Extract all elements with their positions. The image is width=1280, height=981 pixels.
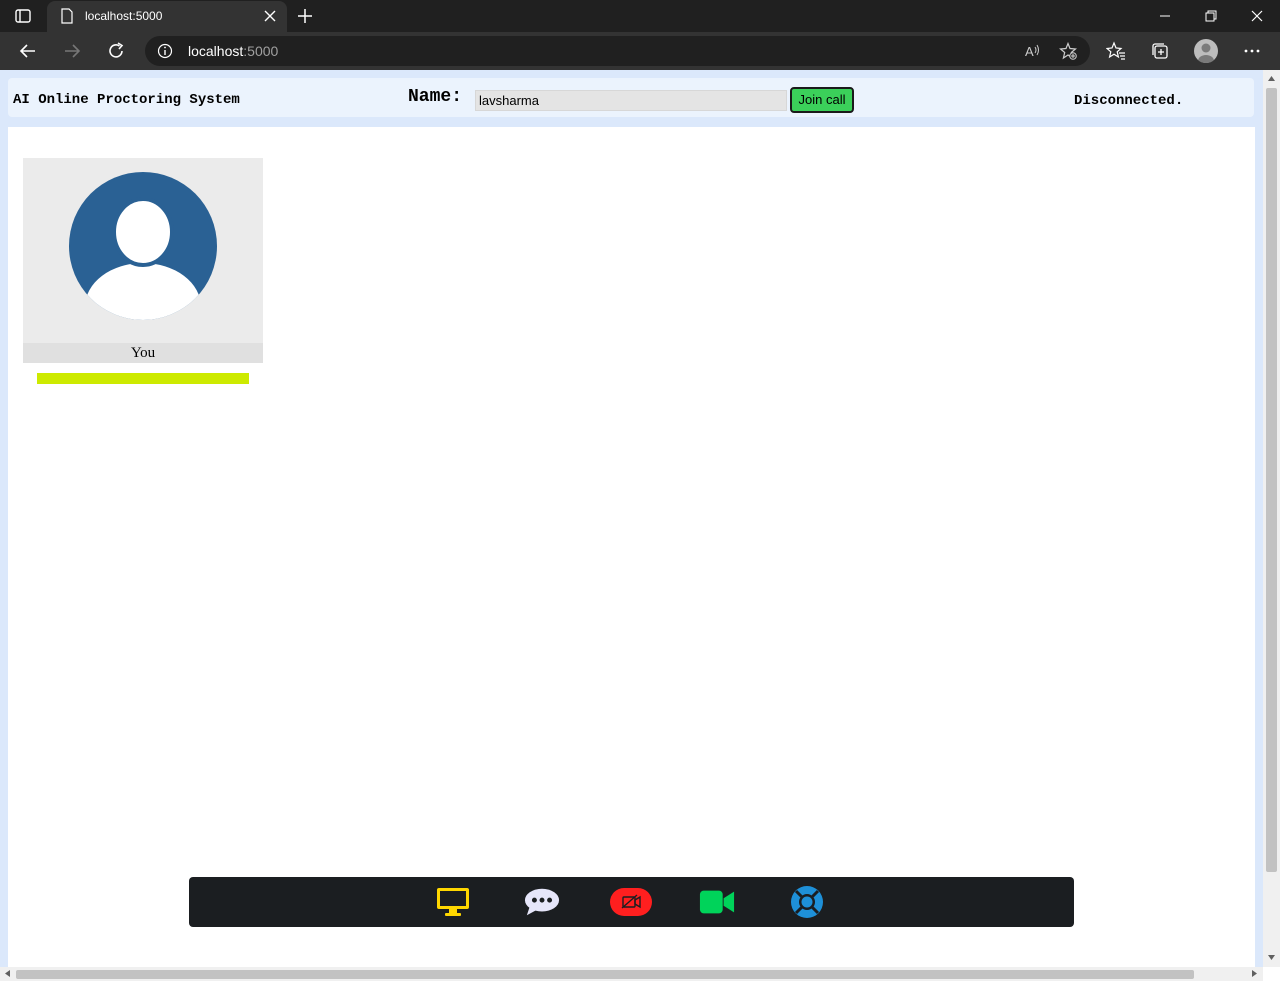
read-aloud-icon[interactable]: A <box>1023 42 1041 60</box>
join-call-button[interactable]: Join call <box>790 87 854 113</box>
restore-button[interactable] <box>1188 0 1234 32</box>
participant-label: You <box>23 343 263 363</box>
site-info-icon[interactable] <box>157 43 173 59</box>
profile-avatar[interactable] <box>1194 39 1218 63</box>
camera-icon <box>699 890 735 914</box>
camera-off-button[interactable] <box>610 886 652 918</box>
call-controls-bar <box>189 877 1074 927</box>
screen-share-button[interactable] <box>435 886 471 918</box>
minimize-button[interactable] <box>1142 0 1188 32</box>
local-video-tile: You <box>23 158 263 363</box>
browser-toolbar: localhost:5000 A <box>0 32 1280 70</box>
favorites-icon[interactable] <box>1106 41 1126 61</box>
svg-text:A: A <box>1025 44 1034 59</box>
horizontal-scrollbar[interactable] <box>0 967 1263 981</box>
close-window-button[interactable] <box>1234 0 1280 32</box>
tab-title: localhost:5000 <box>85 9 163 23</box>
chat-button[interactable] <box>524 886 560 918</box>
audio-level-fill <box>37 373 249 384</box>
camera-button[interactable] <box>699 886 735 918</box>
scroll-right-icon[interactable] <box>1250 969 1259 978</box>
more-options-icon[interactable] <box>1242 41 1262 61</box>
address-bar[interactable]: localhost:5000 A <box>145 36 1090 66</box>
main-content: You <box>8 127 1255 967</box>
scroll-down-icon[interactable] <box>1267 953 1276 962</box>
scrollbar-corner <box>1263 967 1280 981</box>
chat-icon <box>524 888 560 916</box>
back-icon[interactable] <box>18 41 38 61</box>
help-button[interactable] <box>789 886 825 918</box>
tab-active[interactable]: localhost:5000 <box>47 1 287 32</box>
vertical-scroll-thumb[interactable] <box>1266 88 1277 872</box>
camera-off-icon <box>610 888 652 916</box>
horizontal-scroll-thumb[interactable] <box>16 970 1194 979</box>
restore-icon <box>1205 10 1217 22</box>
user-avatar-icon <box>69 172 217 320</box>
name-label: Name: <box>408 87 463 107</box>
audio-level-meter <box>37 373 249 384</box>
app-navbar: AI Online Proctoring System Name: lavsha… <box>8 78 1254 117</box>
add-favorite-icon[interactable] <box>1059 42 1077 60</box>
minimize-icon <box>1160 15 1170 17</box>
page-icon <box>61 8 73 24</box>
refresh-icon[interactable] <box>106 41 126 61</box>
connection-status: Disconnected. <box>1074 93 1184 109</box>
url-port: :5000 <box>243 43 279 59</box>
new-tab-icon[interactable] <box>296 7 314 25</box>
help-icon <box>791 886 823 918</box>
page-viewport: AI Online Proctoring System Name: lavsha… <box>0 70 1280 981</box>
tab-actions-icon[interactable] <box>14 7 32 25</box>
url-text: localhost:5000 <box>188 43 279 59</box>
screen-share-icon <box>437 888 469 916</box>
forward-icon[interactable] <box>62 41 82 61</box>
name-input[interactable]: lavsharma <box>475 90 787 111</box>
close-tab-icon[interactable] <box>263 9 277 23</box>
browser-window: localhost:5000 localhost:5000 A AI Onlin… <box>0 0 1280 981</box>
vertical-scrollbar[interactable] <box>1263 70 1280 967</box>
collections-icon[interactable] <box>1150 41 1170 61</box>
profile-icon <box>1198 43 1214 63</box>
scroll-up-icon[interactable] <box>1267 74 1276 83</box>
app-title: AI Online Proctoring System <box>13 92 240 108</box>
close-icon <box>1251 10 1263 22</box>
scroll-left-icon[interactable] <box>3 969 12 978</box>
tab-strip: localhost:5000 <box>0 0 1280 32</box>
